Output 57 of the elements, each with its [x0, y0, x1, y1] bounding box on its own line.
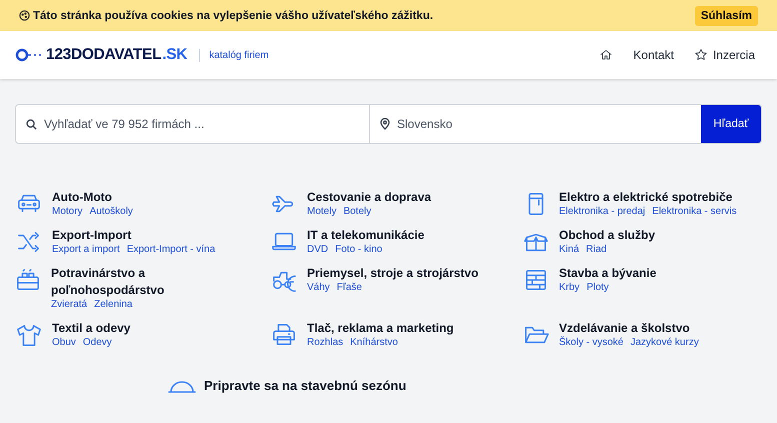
- subcategory-link[interactable]: Motory: [52, 206, 83, 217]
- subcategory-link[interactable]: Váhy: [307, 282, 330, 293]
- star-icon: [694, 48, 708, 62]
- site-tagline: katalóg firiem: [209, 50, 269, 60]
- subcategory-link[interactable]: Ploty: [586, 282, 609, 293]
- category-title[interactable]: Tlač, reklama a marketing: [307, 320, 454, 337]
- subcategory-link[interactable]: Kníhárstvo: [350, 337, 398, 348]
- category-title[interactable]: Vzdelávanie a školstvo: [559, 320, 699, 337]
- agree-button[interactable]: Súhlasím: [694, 6, 758, 26]
- search-icon: [26, 118, 37, 130]
- subcategory-link[interactable]: Kiná: [559, 244, 580, 255]
- t-shirt-icon: [16, 322, 42, 348]
- home-icon: [599, 48, 614, 62]
- nav-link[interactable]: Inzercia: [694, 48, 755, 62]
- subcategory-link[interactable]: Rozhlas: [307, 337, 344, 348]
- subcategory-link[interactable]: Jazykové kurzy: [630, 337, 699, 348]
- category-title[interactable]: Stavba a bývanie: [559, 265, 656, 282]
- location-pin-icon: [380, 118, 390, 130]
- subcategory-link[interactable]: DVD: [307, 244, 328, 255]
- category-title[interactable]: Obchod a služby: [559, 227, 656, 244]
- nav-link[interactable]: Kontakt: [633, 48, 674, 62]
- helmet-icon: [168, 378, 196, 392]
- search-button[interactable]: Hľadať: [701, 105, 761, 143]
- cookie-icon: [19, 10, 30, 21]
- category-title[interactable]: Textil a odevy: [52, 320, 130, 337]
- subcategory-link[interactable]: Zvieratá: [51, 299, 88, 310]
- subcategory-link[interactable]: Export a import: [52, 244, 120, 255]
- site-logo[interactable]: 123DODAVATEL.SK: [15, 46, 188, 64]
- subcategory-link[interactable]: Riad: [586, 244, 607, 255]
- printer-icon: [270, 322, 296, 348]
- promo-title: Pripravte sa na stavebnú sezónu: [204, 378, 406, 393]
- subcategory-link[interactable]: Elektronika - predaj: [559, 206, 646, 217]
- subcategory-link[interactable]: Zelenina: [94, 299, 132, 310]
- search-field[interactable]: Vyhľadať ve 79 952 firmách ...: [42, 116, 369, 132]
- subcategory-link[interactable]: Školy - vysoké: [559, 337, 624, 348]
- category-title[interactable]: Auto-Moto: [52, 189, 133, 206]
- crate-icon: [15, 267, 41, 293]
- location-field[interactable]: Slovensko: [395, 116, 701, 132]
- subcategory-link[interactable]: Foto - kino: [335, 244, 382, 255]
- subcategory-link[interactable]: Motely: [307, 206, 336, 217]
- subcategory-link[interactable]: Krby: [559, 282, 580, 293]
- subcategory-link[interactable]: Botely: [343, 206, 372, 217]
- subcategory-link[interactable]: Fľaše: [336, 282, 362, 293]
- shuffle-arrows-icon: [16, 229, 42, 255]
- category-title[interactable]: Cestovanie a doprava: [307, 189, 432, 206]
- category-title[interactable]: Elektro a elektrické spotrebiče: [559, 189, 737, 206]
- category-title[interactable]: IT a telekomunikácie: [307, 227, 424, 244]
- category-title[interactable]: Priemysel, stroje a strojárstvo: [307, 265, 478, 282]
- category-title[interactable]: Export-Import: [52, 227, 216, 244]
- category-title[interactable]: Potravinárstvo a poľnohospodárstvo: [51, 265, 180, 299]
- subcategory-link[interactable]: Autoškoly: [90, 206, 133, 217]
- cookie-notice: Táto stránka používa cookies na vylepšenie vášho užívateľského zážitku.: [33, 10, 434, 22]
- home-link[interactable]: [599, 48, 614, 62]
- subcategory-link[interactable]: Odevy: [82, 337, 112, 348]
- subcategory-link[interactable]: Export-Import - vína: [126, 244, 216, 255]
- subcategory-link[interactable]: Obuv: [52, 337, 76, 348]
- subcategory-link[interactable]: Elektronika - servis: [652, 206, 737, 217]
